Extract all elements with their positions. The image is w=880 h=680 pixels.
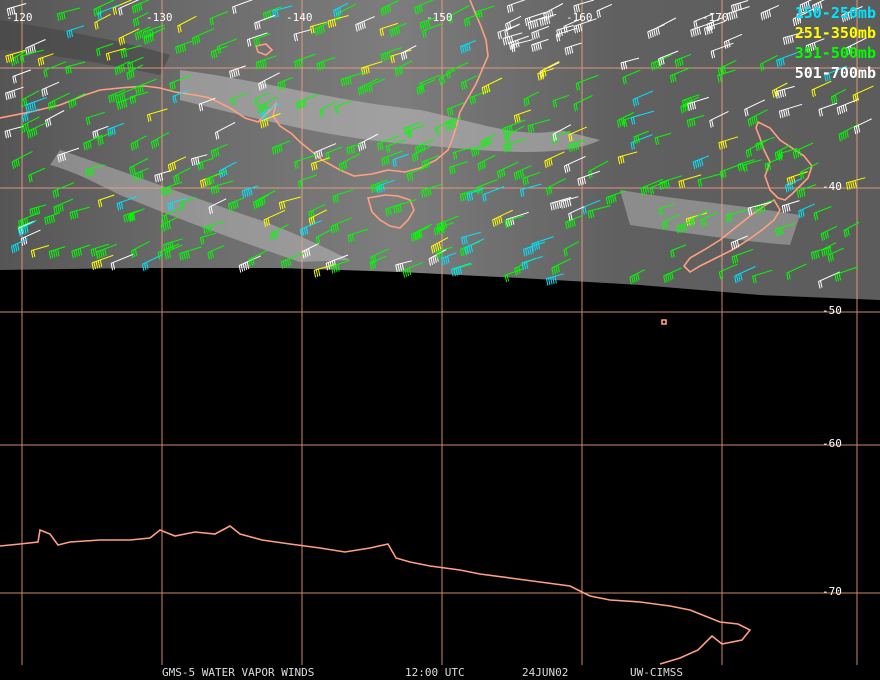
island-coastline — [661, 319, 667, 325]
longitude-label: -170 — [702, 11, 729, 24]
longitude-label: -150 — [426, 11, 453, 24]
data-source: UW-CIMSS — [630, 666, 683, 679]
latitude-label: -60 — [822, 437, 842, 450]
observation-date: 24JUN02 — [522, 666, 569, 679]
pressure-legend: 150-250mb 251-350mb 351-500mb 501-700mb — [795, 3, 876, 83]
water-vapor-map — [0, 0, 880, 665]
latitude-label: -70 — [822, 585, 842, 598]
legend-item-251-350: 251-350mb — [794, 24, 876, 42]
latitude-label: -50 — [822, 304, 842, 317]
longitude-label: -130 — [146, 11, 173, 24]
footer-bar: GMS-5 WATER VAPOR WINDS 12:00 UTC 24JUN0… — [0, 665, 880, 680]
legend-item-351-500: 351-500mb — [794, 44, 876, 62]
longitude-label: -140 — [286, 11, 313, 24]
latitude-label: -40 — [822, 180, 842, 193]
product-name: GMS-5 WATER VAPOR WINDS — [162, 666, 315, 679]
longitude-label: -120 — [6, 11, 33, 24]
longitude-label: -160 — [566, 11, 593, 24]
legend-item-150-250: 150-250mb — [794, 4, 876, 22]
legend-item-501-700: 501-700mb — [794, 64, 876, 82]
antarctica-coastline — [0, 525, 752, 665]
observation-time: 12:00 UTC — [405, 666, 465, 679]
